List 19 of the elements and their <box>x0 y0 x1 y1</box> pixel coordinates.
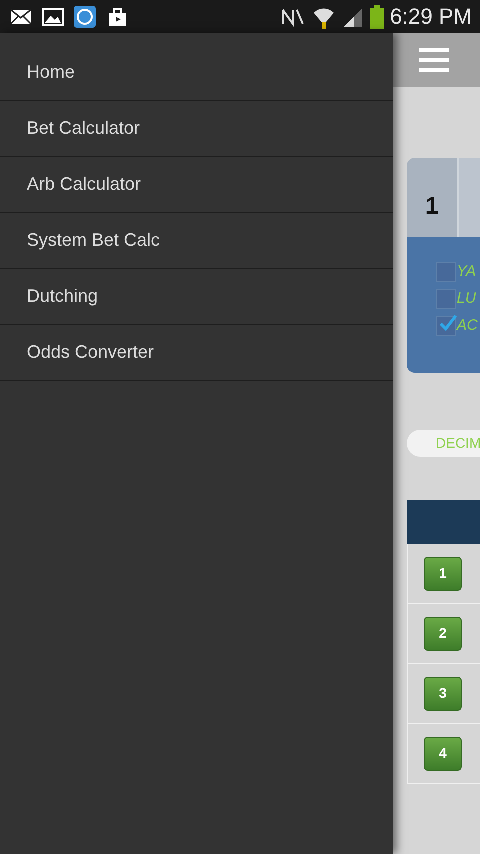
briefcase-icon <box>106 6 128 26</box>
signal-icon <box>342 6 364 26</box>
check-icon <box>439 315 457 331</box>
app-icon <box>74 6 96 28</box>
clock: 6:29 PM <box>390 6 472 28</box>
image-icon <box>42 8 64 26</box>
nfc-icon <box>280 6 306 26</box>
row-number-button[interactable]: 4 <box>424 736 462 770</box>
option-label: YA <box>457 262 476 282</box>
option-label: LU <box>457 288 476 309</box>
row-number-button[interactable]: 1 <box>424 556 462 590</box>
battery-icon <box>370 4 384 28</box>
row-number-button[interactable]: 3 <box>424 676 462 710</box>
row-number-button[interactable]: 2 <box>424 616 462 650</box>
mail-icon <box>10 8 32 24</box>
checkbox[interactable] <box>436 316 456 336</box>
option-label: AC <box>457 316 478 336</box>
tab[interactable]: 1 <box>407 158 459 237</box>
menu-icon[interactable] <box>419 47 449 73</box>
